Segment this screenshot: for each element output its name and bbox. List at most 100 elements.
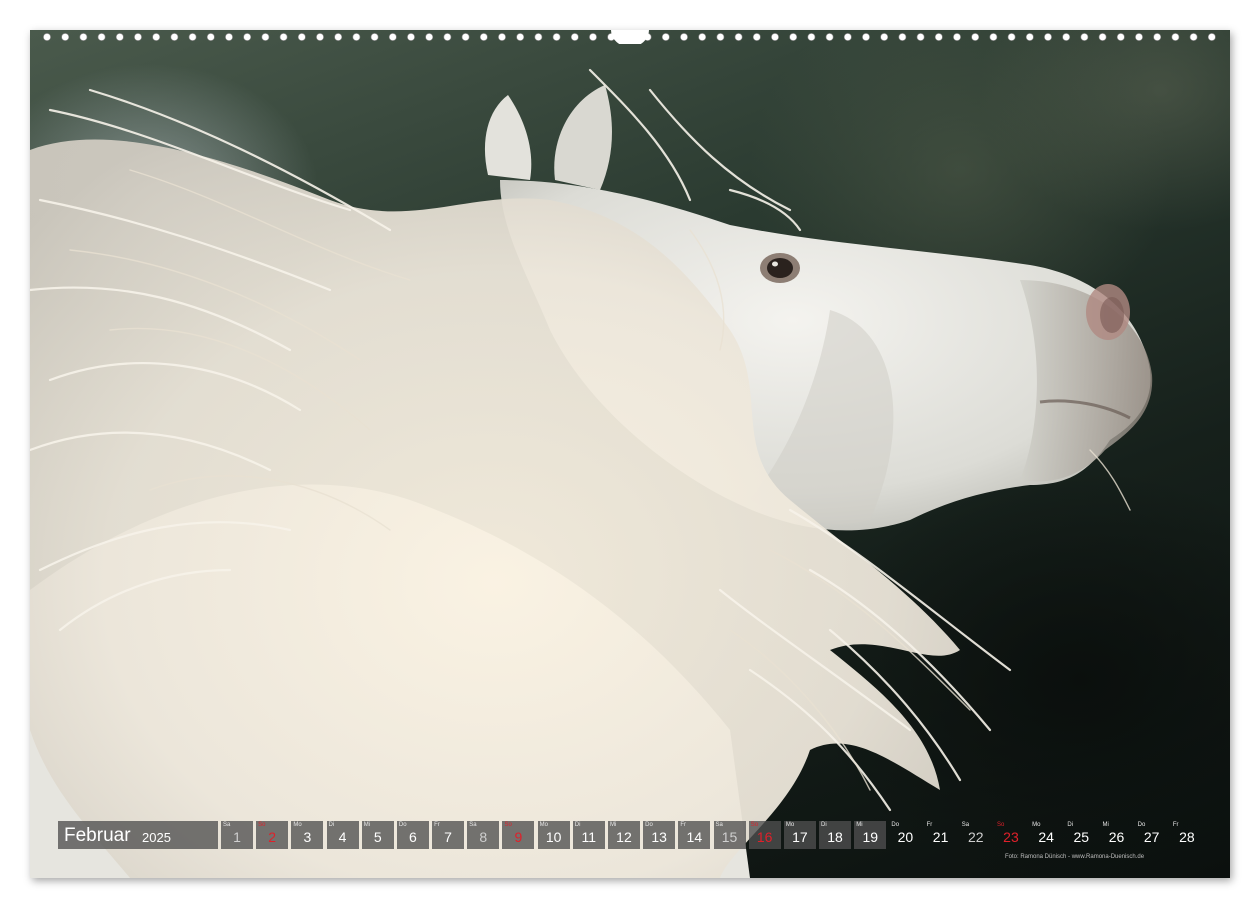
binding-hole [1098,33,1107,41]
binding-hole [1153,33,1162,41]
weekday-abbrev: So [996,822,1005,828]
binding-hole [862,33,870,41]
day-cell-20: Do 20 [889,821,921,849]
weekday-abbrev: Di [821,822,827,828]
binding-hole [461,33,470,41]
weekday-abbrev: Do [398,822,407,828]
day-number: 14 [686,829,703,845]
binding-hole [698,33,707,41]
photo-credit: Foto: Ramona Dünisch - www.Ramona-Duenis… [1005,854,1145,860]
binding-hole [516,33,525,41]
day-cell-7: Fr 7 [432,821,465,849]
day-cell-2: So 2 [256,821,289,849]
day-number: 9 [514,829,523,845]
binding-hole [1080,33,1089,41]
day-cell-13: Do 13 [643,821,676,849]
binding-hole [425,33,434,41]
binding-hole [734,33,743,41]
day-cell-22: Sa 22 [960,821,992,849]
weekday-abbrev: Di [1067,822,1073,828]
weekday-abbrev: Di [328,822,335,828]
binding-hole [1062,33,1071,41]
day-number: 19 [862,829,879,845]
weekday-abbrev: Mi [363,822,371,828]
binding-hole [261,33,270,41]
binding-hole [316,33,324,41]
weekday-abbrev: Mo [1032,822,1041,828]
day-cell-17: Mo 17 [783,821,816,849]
day-number: 2 [268,829,277,845]
binding-hole [479,33,488,41]
day-cell-28: Fr 28 [1171,821,1203,849]
weekday-abbrev: So [258,822,266,828]
weekday-abbrev: So [750,822,759,828]
day-cell-4: Di 4 [326,821,359,849]
day-number: 12 [616,829,632,845]
day-number: 17 [792,829,808,845]
day-cell-5: Mi 5 [361,821,394,849]
binding-hole [989,33,998,41]
binding-hole [1135,33,1143,41]
month-name: Februar [64,825,131,846]
day-number: 28 [1179,829,1195,845]
binding-hole [771,33,779,41]
day-cell-18: Di 18 [819,821,852,849]
day-cell-27: Do 27 [1136,821,1168,849]
day-number: 20 [897,829,914,845]
weekday-abbrev: Mo [539,822,548,828]
day-number: 10 [545,829,562,845]
weekday-abbrev: Mo [293,822,302,828]
binding-hole [79,33,88,41]
binding-hole [498,33,506,41]
binding-hole [661,33,670,41]
binding-hole [1025,33,1034,41]
binding-hole [152,33,161,41]
weekday-abbrev: Mi [856,822,863,828]
binding-hole [370,33,379,41]
binding-hole [352,33,361,41]
day-number: 4 [338,829,347,845]
binding-hole [807,33,816,41]
weekday-abbrev: Sa [469,822,477,828]
binding-hole [1044,33,1052,41]
calendar-strip: Februar 2025 Sa 1 So 2 Mo 3 Di 4 Mi 5 Do 6 Fr 7 Sa 8 So 9… [58,821,1208,849]
day-number: 5 [373,829,382,845]
horse-photo [30,30,1230,878]
binding-hole [752,33,761,41]
binding-hole [279,33,288,41]
hanger-notch [611,30,649,44]
weekday-abbrev: Mi [1102,822,1109,828]
day-cell-24: Mo 24 [1030,821,1062,849]
day-number: 13 [651,829,667,845]
day-cell-12: Mi 12 [607,821,640,849]
weekday-abbrev: Fr [926,822,933,828]
binding-hole [170,33,179,41]
binding-hole [716,33,725,41]
day-cell-16: So 16 [748,821,781,849]
binding-hole [570,33,579,41]
weekday-abbrev: Sa [715,822,723,828]
binding-hole [297,33,306,41]
binding-hole [334,33,343,41]
binding-hole [443,33,452,41]
month-year: 2025 [142,830,171,845]
binding-hole [1007,33,1016,41]
binding-hole [589,33,597,41]
binding-hole [188,33,197,41]
binding-hole [916,33,925,41]
binding-hole [971,33,980,41]
day-cell-23: So 23 [995,821,1027,849]
day-number: 27 [1143,829,1160,845]
binding-hole [134,33,142,41]
weekday-abbrev: Mi [609,822,617,828]
day-cell-1: Sa 1 [221,821,253,849]
day-cell-8: Sa 8 [467,821,500,849]
weekday-abbrev: Di [574,822,581,828]
day-cell-11: Di 11 [572,821,605,849]
weekday-abbrev: Sa [961,822,970,828]
day-number: 15 [721,829,738,845]
month-label-box: Februar 2025 [58,821,218,849]
binding-holes [43,30,1216,44]
spiral-binding [30,30,1230,44]
day-number: 3 [303,829,312,845]
